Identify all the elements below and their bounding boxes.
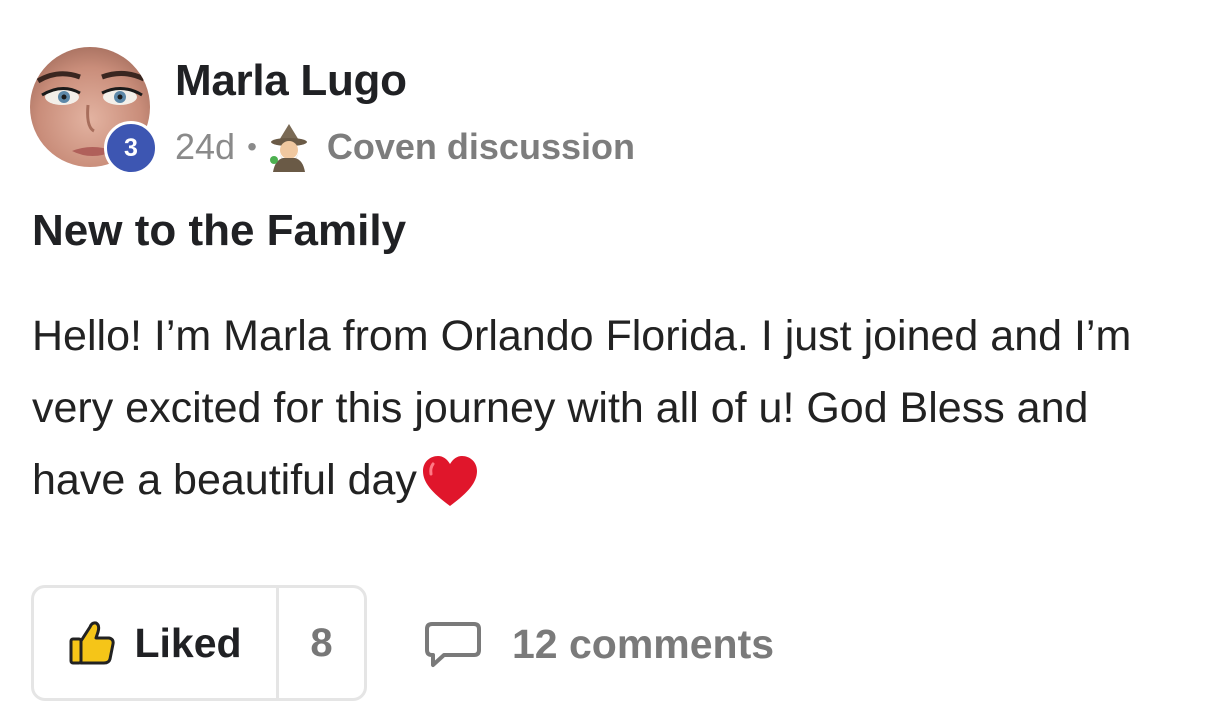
post-meta: 24d • Coven discussion bbox=[175, 122, 635, 172]
like-label: Liked bbox=[134, 619, 242, 666]
thumbs-up-icon bbox=[69, 621, 116, 665]
wizard-emoji-icon bbox=[269, 124, 307, 172]
post-body: Hello! I’m Marla from Orlando Florida. I… bbox=[32, 300, 1182, 516]
level-badge: 3 bbox=[104, 121, 158, 175]
comment-bubble-icon bbox=[425, 622, 481, 667]
post-age: 24d bbox=[175, 126, 236, 167]
post-card: 3 Marla Lugo 24d • Coven discussion New … bbox=[0, 0, 1206, 724]
category-link[interactable]: Coven discussion bbox=[327, 126, 635, 168]
post-body-text: Hello! I’m Marla from Orlando Florida. I… bbox=[32, 312, 1132, 504]
heart-emoji-icon bbox=[422, 456, 477, 506]
avatar-container[interactable]: 3 bbox=[30, 47, 158, 175]
meta-separator: • bbox=[247, 131, 257, 162]
like-count[interactable]: 8 bbox=[279, 588, 364, 698]
post-title[interactable]: New to the Family bbox=[32, 206, 406, 256]
like-button[interactable]: Liked bbox=[34, 588, 279, 698]
comments-button[interactable]: 12 comments bbox=[424, 612, 774, 676]
author-name[interactable]: Marla Lugo bbox=[175, 56, 407, 106]
like-control: Liked 8 bbox=[31, 585, 367, 701]
comments-label: 12 comments bbox=[512, 620, 775, 667]
